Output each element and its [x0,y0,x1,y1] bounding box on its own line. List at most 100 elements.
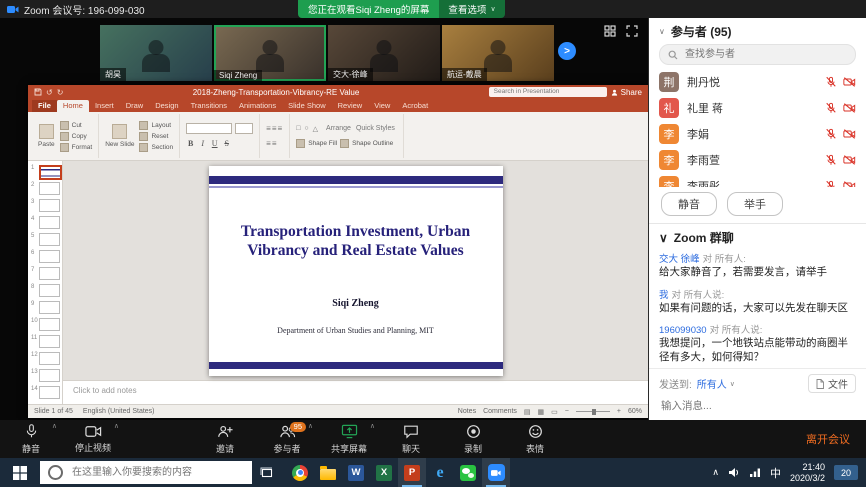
ribbon-tab[interactable]: Home [57,100,89,112]
arrange-button[interactable]: Arrange [326,125,352,132]
slide-thumbnail[interactable]: 10 [28,318,62,331]
italic-button[interactable]: I [198,139,207,148]
chat-button[interactable]: 聊天 [380,420,442,458]
chevron-up-icon[interactable]: ∧ [370,422,375,430]
language-label[interactable]: English (United States) [83,408,155,415]
participant-row[interactable]: 荆 荆丹悦 [649,69,866,95]
stop-video-button[interactable]: 停止视频 ∧ [62,420,124,458]
slide-thumbnail[interactable]: 1 [28,165,62,178]
chevron-up-icon[interactable]: ∧ [114,422,119,430]
reset-button[interactable]: Reset [139,132,173,141]
chevron-up-icon[interactable]: ∧ [52,422,57,430]
strikethrough-button[interactable]: S [222,139,231,148]
ribbon-tab[interactable]: Slide Show [282,100,332,112]
chat-input[interactable] [659,399,860,413]
task-view-button[interactable] [252,458,282,487]
shape-outline-button[interactable]: Shape Outline [340,139,393,148]
font-size-select[interactable] [235,123,253,134]
participant-row[interactable]: 李 李雨彤 [649,173,866,187]
ribbon-tab[interactable]: File [32,100,57,112]
slide-thumbnail[interactable]: 14 [28,386,62,399]
video-tile[interactable]: 交大-徐峰 [328,25,440,81]
ppt-share-button[interactable]: Share [611,88,642,97]
view-options-button[interactable]: 查看选项 ∨ [439,0,504,18]
zoom-out-button[interactable]: − [565,408,569,415]
notification-badge[interactable]: 20 [834,465,858,480]
quick-styles-button[interactable]: Quick Styles [356,125,396,132]
invite-button[interactable]: 邀请 [194,420,256,458]
next-videos-button[interactable]: > [558,42,576,60]
slide[interactable]: Transportation Investment, Urban Vibranc… [209,166,503,376]
format-painter-button[interactable]: Format [60,143,93,152]
slide-thumbnail[interactable]: 8 [28,284,62,297]
slideshow-view-button[interactable]: ▭ [551,408,558,416]
normal-view-button[interactable]: ▤ [524,408,531,416]
copy-button[interactable]: Copy [60,132,93,141]
app-powerpoint[interactable]: P [398,458,426,487]
taskbar-clock[interactable]: 21:40 2020/3/2 [790,462,825,484]
redo-icon[interactable]: ↻ [57,88,64,97]
slide-thumbnail[interactable]: 6 [28,250,62,263]
ribbon-tab[interactable]: Draw [120,100,150,112]
chat-header[interactable]: ∨ Zoom 群聊 [649,224,866,248]
taskbar-search-input[interactable] [70,466,234,479]
slide-thumbnail[interactable]: 3 [28,199,62,212]
notes-toggle[interactable]: Notes [458,408,476,415]
tray-expand-icon[interactable]: ∧ [712,467,719,478]
notes-pane[interactable]: Click to add notes [63,380,648,404]
ppt-search-box[interactable]: Search in Presentation [489,87,607,97]
app-chrome[interactable] [286,458,314,487]
share-screen-button[interactable]: 共享屏幕 ∧ [318,420,380,458]
ime-indicator[interactable]: 中 [770,465,781,481]
app-word[interactable]: W [342,458,370,487]
participants-header[interactable]: ∨ 参与者 (95) [649,18,866,43]
network-icon[interactable] [749,467,761,478]
gallery-view-icon[interactable] [604,25,616,37]
fullscreen-icon[interactable] [626,25,638,37]
video-tile[interactable]: 航运-戴晨 [442,25,554,81]
underline-button[interactable]: U [210,139,219,148]
slide-thumbnail[interactable]: 5 [28,233,62,246]
font-name-select[interactable] [186,123,232,134]
mute-button[interactable]: 静音 ∧ [0,420,62,458]
send-to-select[interactable]: 所有人 ∨ [697,376,735,391]
video-tile-active-speaker[interactable]: Siqi Zheng [214,25,326,81]
app-edge[interactable]: e [426,458,454,487]
ribbon-tab[interactable]: Transitions [185,100,233,112]
participants-search-input[interactable] [683,48,837,61]
participants-button[interactable]: 参与者 95 ∧ [256,420,318,458]
comments-toggle[interactable]: Comments [483,408,517,415]
ribbon-tab[interactable]: Acrobat [396,100,434,112]
paste-button[interactable]: Paste [38,124,55,148]
mute-all-button[interactable]: 静音 [661,192,717,216]
video-tile[interactable]: 胡昊 [100,25,212,81]
zoom-slider[interactable] [576,411,610,412]
record-button[interactable]: 录制 [442,420,504,458]
taskbar-search[interactable] [40,461,252,484]
chevron-up-icon[interactable]: ∧ [308,422,313,430]
undo-icon[interactable]: ↺ [46,88,53,97]
app-wechat[interactable] [454,458,482,487]
ribbon-tab[interactable]: View [368,100,396,112]
app-zoom[interactable] [482,458,510,487]
slide-thumbnail[interactable]: 7 [28,267,62,280]
align-buttons-icon[interactable]: ≡≡≡ [266,124,283,133]
app-excel[interactable]: X [370,458,398,487]
raise-hand-button[interactable]: 举手 [727,192,783,216]
zoom-level-label[interactable]: 60% [628,408,642,415]
ribbon-tab[interactable]: Review [332,100,369,112]
app-file-explorer[interactable] [314,458,342,487]
bold-button[interactable]: B [186,139,195,148]
ribbon-tab[interactable]: Animations [233,100,282,112]
section-button[interactable]: Section [139,143,173,152]
slide-thumbnail[interactable]: 2 [28,182,62,195]
list-buttons-icon[interactable]: ≡≡ [266,139,277,148]
participant-row[interactable]: 李 李娟 [649,121,866,147]
slide-thumbnail[interactable]: 13 [28,369,62,382]
participant-row[interactable]: 李 李雨萱 [649,147,866,173]
start-button[interactable] [0,458,40,487]
slide-thumbnail[interactable]: 11 [28,335,62,348]
participant-row[interactable]: 礼 礼里 蒋 [649,95,866,121]
ribbon-tab[interactable]: Insert [89,100,120,112]
reactions-button[interactable]: 表情 [504,420,566,458]
